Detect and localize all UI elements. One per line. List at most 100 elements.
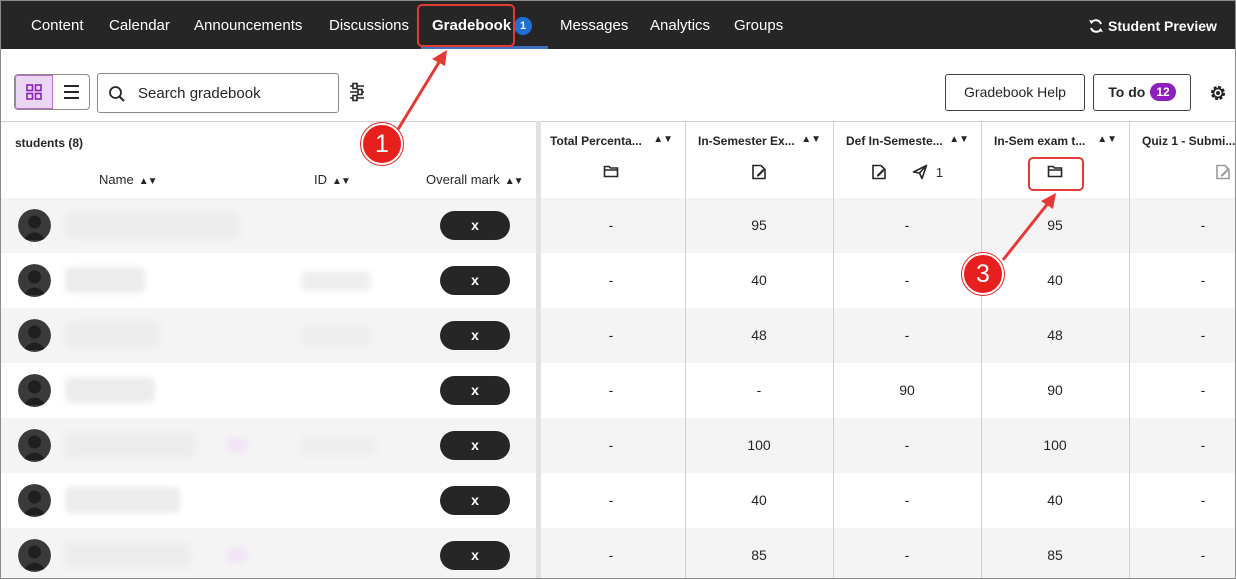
list-icon xyxy=(64,85,79,99)
grade-cell[interactable]: 40 xyxy=(685,253,833,308)
sort-icon[interactable]: ▲▼ xyxy=(1097,134,1117,145)
overall-mark-pill[interactable]: x xyxy=(440,321,510,350)
redacted-student-name[interactable] xyxy=(65,542,190,568)
grade-cell[interactable]: 48 xyxy=(981,308,1129,363)
avatar xyxy=(18,539,51,572)
gradebook-window: Content Calendar Announcements Discussio… xyxy=(0,0,1236,579)
highlight-folder-icon xyxy=(1028,157,1084,191)
search-gradebook-input[interactable]: Search gradebook xyxy=(97,73,339,113)
grade-cell[interactable]: - xyxy=(833,308,981,363)
grade-cell[interactable]: - xyxy=(833,418,981,473)
grade-cell[interactable]: 90 xyxy=(981,363,1129,418)
nav-groups[interactable]: Groups xyxy=(734,1,783,49)
redacted-student-name[interactable] xyxy=(65,322,160,348)
grade-cell[interactable]: - xyxy=(1129,308,1235,363)
overall-mark-pill[interactable]: x xyxy=(440,541,510,570)
grade-cell[interactable]: 40 xyxy=(685,473,833,528)
overall-mark-pill[interactable]: x xyxy=(440,266,510,295)
column-divider xyxy=(1129,121,1130,578)
grade-cell[interactable]: - xyxy=(537,473,685,528)
grade-cell[interactable]: - xyxy=(833,473,981,528)
nav-discussions[interactable]: Discussions xyxy=(329,1,409,49)
nav-analytics[interactable]: Analytics xyxy=(650,1,710,49)
name-column-label: Name xyxy=(99,172,134,187)
step-1-marker: 1 xyxy=(361,123,403,165)
overall-mark-pill[interactable]: x xyxy=(440,431,510,460)
grade-column-header[interactable]: Quiz 1 - Submi... xyxy=(1129,122,1235,199)
todo-button[interactable]: To do 12 xyxy=(1093,74,1191,111)
grade-cell[interactable]: 85 xyxy=(685,528,833,578)
grade-cell[interactable]: 90 xyxy=(833,363,981,418)
grade-column-header[interactable]: In-Semester Ex... ▲▼ xyxy=(685,122,833,199)
student-preview-label: Student Preview xyxy=(1108,18,1217,34)
avatar xyxy=(18,209,51,242)
sent-count: 1 xyxy=(935,165,944,180)
grade-cell[interactable]: - xyxy=(537,308,685,363)
highlight-gradebook-tab xyxy=(417,4,515,47)
grade-column-header[interactable]: Def In-Semeste... ▲▼ 1 xyxy=(833,122,981,199)
sort-by-overall-mark[interactable]: Overall mark ▲▼ xyxy=(426,172,523,187)
redacted-student-id xyxy=(301,436,376,456)
redacted-student-name[interactable] xyxy=(65,487,180,513)
redacted-student-name[interactable] xyxy=(65,377,155,403)
sort-icon[interactable]: ▲▼ xyxy=(801,134,821,145)
filter-sliders-icon[interactable] xyxy=(348,82,366,102)
student-preview-button[interactable]: Student Preview xyxy=(1089,1,1217,49)
grade-cell[interactable]: - xyxy=(1129,418,1235,473)
grade-cell[interactable]: - xyxy=(685,363,833,418)
students-count-title: students (8) xyxy=(15,136,84,150)
overall-mark-pill[interactable]: x xyxy=(440,211,510,240)
grade-cell[interactable]: 100 xyxy=(685,418,833,473)
assignment-icon xyxy=(752,164,766,180)
nav-messages[interactable]: Messages xyxy=(560,1,628,49)
grade-cell[interactable]: - xyxy=(537,198,685,253)
overall-mark-pill[interactable]: x xyxy=(440,376,510,405)
grade-cell[interactable]: - xyxy=(1129,198,1235,253)
sort-by-name[interactable]: Name ▲▼ xyxy=(99,172,158,187)
grade-cell[interactable]: - xyxy=(833,528,981,578)
send-icon xyxy=(912,164,928,180)
grid-view-button[interactable] xyxy=(15,75,53,109)
grade-cell[interactable]: - xyxy=(833,198,981,253)
grade-cell[interactable]: 85 xyxy=(981,528,1129,578)
grade-cell[interactable]: - xyxy=(1129,473,1235,528)
grade-column-header[interactable]: Total Percenta... ▲▼ xyxy=(537,122,685,199)
gradebook-count-badge: 1 xyxy=(514,17,532,35)
grade-cell[interactable]: 40 xyxy=(981,473,1129,528)
gear-icon[interactable] xyxy=(1208,83,1228,103)
sort-by-id[interactable]: ID ▲▼ xyxy=(314,172,351,187)
redacted-tag xyxy=(226,438,248,452)
nav-calendar[interactable]: Calendar xyxy=(109,1,170,49)
grade-cell[interactable]: 95 xyxy=(981,198,1129,253)
grade-cell[interactable]: - xyxy=(537,253,685,308)
table-row: x - -90 90- xyxy=(1,363,1235,418)
todo-label: To do xyxy=(1108,84,1146,100)
gradebook-help-button[interactable]: Gradebook Help xyxy=(945,74,1085,111)
sort-icon[interactable]: ▲▼ xyxy=(949,134,969,145)
grade-cell[interactable]: - xyxy=(537,528,685,578)
list-view-button[interactable] xyxy=(53,75,89,109)
grade-cell[interactable]: 48 xyxy=(685,308,833,363)
assignment-icon xyxy=(1216,164,1230,180)
grade-cell[interactable]: - xyxy=(537,418,685,473)
overall-mark-pill[interactable]: x xyxy=(440,486,510,515)
grade-cell[interactable]: - xyxy=(833,253,981,308)
search-icon xyxy=(109,86,125,102)
redacted-student-name[interactable] xyxy=(65,267,145,293)
grade-cell[interactable]: - xyxy=(1129,528,1235,578)
redacted-student-name[interactable] xyxy=(65,212,240,238)
nav-content[interactable]: Content xyxy=(31,1,84,49)
grade-cell[interactable]: 40 xyxy=(981,253,1129,308)
sort-icon: ▲▼ xyxy=(138,176,158,187)
grade-cell[interactable]: - xyxy=(1129,253,1235,308)
redacted-student-name[interactable] xyxy=(65,432,195,458)
folder-icon xyxy=(603,165,619,178)
avatar xyxy=(18,429,51,462)
grade-cell[interactable]: - xyxy=(537,363,685,418)
grade-cell[interactable]: 95 xyxy=(685,198,833,253)
grade-cell[interactable]: - xyxy=(1129,363,1235,418)
grade-cell[interactable]: 100 xyxy=(981,418,1129,473)
avatar xyxy=(18,319,51,352)
nav-announcements[interactable]: Announcements xyxy=(194,1,302,49)
sort-icon[interactable]: ▲▼ xyxy=(653,134,673,145)
